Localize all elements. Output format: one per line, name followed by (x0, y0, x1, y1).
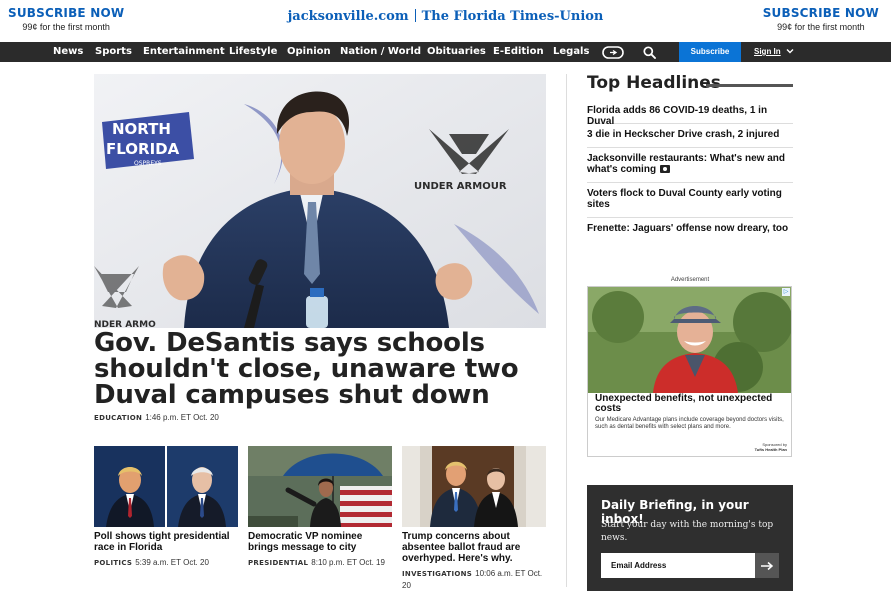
nav-item-sports[interactable]: Sports (95, 42, 132, 62)
nav-item-e-edition[interactable]: E-Edition (493, 42, 544, 62)
column-divider (566, 74, 567, 587)
story-title[interactable]: Poll shows tight presidential race in Fl… (94, 531, 238, 553)
ad-body: Our Medicare Advantage plans include cov… (595, 417, 784, 430)
top-bar: SUBSCRIBE NOW 99¢ for the first month ja… (0, 0, 891, 42)
timestamp: 1:46 p.m. ET Oct. 20 (145, 413, 219, 422)
headline-item[interactable]: Voters flock to Duval County early votin… (587, 183, 793, 218)
nav-item-nation-world[interactable]: Nation / World (340, 42, 421, 62)
timestamp: 8:10 p.m. ET Oct. 19 (311, 558, 385, 567)
heading-rule (706, 84, 793, 87)
email-field[interactable] (601, 553, 755, 578)
timestamp: 5:39 a.m. ET Oct. 20 (135, 558, 209, 567)
banner-line-2: FLORIDA (106, 140, 180, 158)
story-photo[interactable] (402, 446, 546, 527)
category-label[interactable]: PRESIDENTIAL (248, 559, 308, 567)
nav-item-opinion[interactable]: Opinion (287, 42, 331, 62)
chevron-down-icon[interactable] (786, 48, 794, 54)
subscribe-price: 99¢ for the first month (777, 22, 865, 32)
paper-name[interactable]: The Florida Times-Union (422, 9, 604, 24)
newsletter-signup: Daily Briefing, in your inbox! Start you… (587, 485, 793, 591)
sign-in-button[interactable]: Sign In (754, 42, 794, 62)
search-icon[interactable] (643, 42, 656, 62)
nav-item-obituaries[interactable]: Obituaries (427, 42, 486, 62)
category-label[interactable]: INVESTIGATIONS (402, 570, 472, 578)
story-title[interactable]: Trump concerns about absentee ballot fra… (402, 531, 546, 564)
headline-item[interactable]: 3 die in Heckscher Drive crash, 2 injure… (587, 124, 793, 148)
arrow-right-icon (761, 561, 774, 570)
more-icon[interactable] (602, 42, 624, 62)
nav-item-legals[interactable]: Legals (553, 42, 589, 62)
ad-choices-icon[interactable]: ▷ (782, 288, 790, 296)
hero-headline[interactable]: Gov. DeSantis says schools shouldn't clo… (94, 330, 554, 408)
ad-sponsor: Sponsored by Tufts Health Plan (755, 442, 787, 452)
hero-photo[interactable]: NORTH FLORIDA OSPREYS UNDER ARMOUR NDER … (94, 74, 546, 328)
story-meta: PRESIDENTIAL 8:10 p.m. ET Oct. 19 (248, 557, 392, 569)
banner-line-1: NORTH (112, 120, 171, 138)
subscribe-now-link[interactable]: SUBSCRIBE NOW (763, 6, 879, 20)
nav-item-lifestyle[interactable]: Lifestyle (229, 42, 277, 62)
headline-item[interactable]: Jacksonville restaurants: What's new and… (587, 148, 793, 183)
story-card[interactable]: Democratic VP nominee brings message to … (248, 446, 392, 569)
ad-label: Advertisement (670, 277, 710, 283)
subscribe-promo-right[interactable]: SUBSCRIBE NOW 99¢ for the first month (763, 6, 879, 32)
brand-divider (414, 9, 416, 22)
category-label[interactable]: POLITICS (94, 559, 132, 567)
nav-item-entertainment[interactable]: Entertainment (143, 42, 225, 62)
camera-icon (660, 165, 671, 173)
story-card[interactable]: Poll shows tight presidential race in Fl… (94, 446, 238, 569)
newsletter-description: Start your day with the morning's top ne… (601, 520, 774, 543)
top-headlines-list: Florida adds 86 COVID-19 deaths, 1 in Du… (587, 104, 793, 240)
sponsor-text-cut: NDER ARMO (94, 320, 156, 328)
headline-text[interactable]: Jacksonville restaurants: What's new and… (587, 153, 785, 175)
advertisement[interactable]: ▷ Unexpected benefits, not unexpected co… (587, 286, 792, 457)
story-card[interactable]: Trump concerns about absentee ballot fra… (402, 446, 546, 591)
sign-in-label[interactable]: Sign In (754, 47, 781, 56)
headline-item[interactable]: Florida adds 86 COVID-19 deaths, 1 in Du… (587, 104, 793, 127)
site-name[interactable]: jacksonville.com (288, 9, 409, 24)
submit-button[interactable] (755, 553, 779, 578)
category-label[interactable]: EDUCATION (94, 414, 142, 422)
headline-item[interactable]: Frenette: Jaguars' offense now dreary, t… (587, 218, 793, 240)
sponsor-text: UNDER ARMOUR (414, 181, 507, 192)
story-meta: INVESTIGATIONS 10:06 a.m. ET Oct. 20 (402, 568, 546, 591)
ad-headline[interactable]: Unexpected benefits, not unexpected cost… (595, 394, 785, 414)
story-photo[interactable] (94, 446, 238, 527)
ad-sponsor-name: Tufts Health Plan (754, 447, 787, 452)
brand-logo[interactable]: jacksonville.com The Florida Times-Union (0, 9, 891, 24)
nav-item-news[interactable]: News (53, 42, 83, 62)
main-nav: News Sports Entertainment Lifestyle Opin… (0, 42, 891, 62)
hero-meta: EDUCATION 1:46 p.m. ET Oct. 20 (94, 413, 219, 422)
story-meta: POLITICS 5:39 a.m. ET Oct. 20 (94, 557, 238, 569)
top-headlines-heading: Top Headlines (587, 73, 721, 93)
subscribe-button[interactable]: Subscribe (679, 42, 741, 62)
story-title[interactable]: Democratic VP nominee brings message to … (248, 531, 392, 553)
banner-line-3: OSPREYS (134, 160, 162, 167)
story-photo[interactable] (248, 446, 392, 527)
ad-photo[interactable] (588, 287, 791, 393)
